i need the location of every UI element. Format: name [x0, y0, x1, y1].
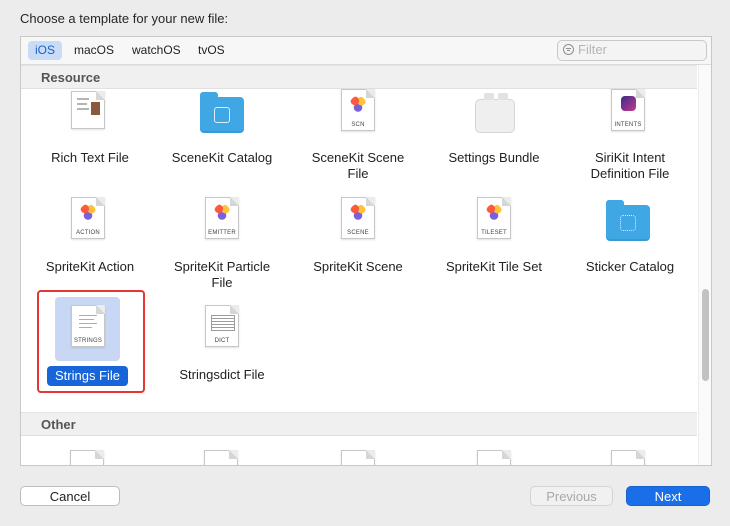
- platform-tab-bar: iOS macOS watchOS tvOS: [21, 37, 711, 65]
- template-label-line2: File: [211, 275, 233, 290]
- rich-text-file-icon: [71, 91, 105, 129]
- template-rich-text[interactable]: Rich Text File: [21, 89, 159, 181]
- template-label-line1: SceneKit Scene: [311, 150, 405, 165]
- section-header-other: Other: [21, 412, 697, 436]
- previous-button[interactable]: Previous: [530, 486, 613, 506]
- template-sirikit-intent[interactable]: INTENTS SiriKit Intent Definition File: [561, 89, 699, 181]
- vertical-scrollbar[interactable]: [698, 65, 711, 465]
- template-spritekit-particle[interactable]: EMITTER SpriteKit Particle File: [153, 197, 291, 290]
- settings-bundle-icon: [475, 93, 515, 133]
- section-header-resource: Resource: [21, 65, 697, 89]
- template-label-line1: SiriKit Intent: [594, 150, 666, 165]
- file-type-tag: DICT: [214, 338, 230, 344]
- template-label-line2: Definition File: [590, 166, 670, 181]
- dialog-prompt: Choose a template for your new file:: [20, 11, 229, 26]
- template-label: SpriteKit Action: [45, 259, 135, 274]
- spritekit-logo-icon: [80, 204, 96, 220]
- spritekit-scene-file-icon: SCENE: [341, 197, 375, 239]
- other-template-file-icon[interactable]: [70, 450, 104, 465]
- folder-icon: [606, 200, 650, 241]
- spritekit-logo-icon: [214, 204, 230, 220]
- cube-glyph-icon: [214, 107, 230, 123]
- section-title-other: Other: [41, 417, 76, 432]
- other-template-file-icon[interactable]: [204, 450, 238, 465]
- spritekit-tileset-file-icon: TILESET: [477, 197, 511, 239]
- tab-tvos[interactable]: tvOS: [191, 41, 232, 60]
- template-settings-bundle[interactable]: Settings Bundle: [425, 89, 563, 181]
- spritekit-action-file-icon: ACTION: [71, 197, 105, 239]
- section-title-resource: Resource: [41, 70, 101, 85]
- other-template-file-icon[interactable]: [477, 450, 511, 465]
- spritekit-particle-file-icon: EMITTER: [205, 197, 239, 239]
- template-label: Stringsdict File: [179, 367, 265, 382]
- template-label: Rich Text File: [51, 150, 129, 165]
- filter-icon: [563, 44, 574, 55]
- other-template-file-icon[interactable]: [611, 450, 645, 465]
- file-type-tag: INTENTS: [614, 122, 642, 128]
- template-spritekit-scene[interactable]: SCENE SpriteKit Scene: [289, 197, 427, 287]
- spritekit-logo-icon: [486, 204, 502, 220]
- file-type-tag: TILESET: [481, 230, 507, 236]
- template-label: SceneKit Catalog: [171, 150, 273, 165]
- template-label: SpriteKit Tile Set: [445, 259, 543, 274]
- tab-ios[interactable]: iOS: [28, 41, 63, 60]
- other-template-file-icon[interactable]: [341, 450, 375, 465]
- stringsdict-file-icon: DICT: [205, 305, 239, 347]
- scenekit-scene-file-icon: SCN: [341, 89, 375, 131]
- selection-highlight-box: [37, 290, 145, 393]
- scenekit-logo-icon: [350, 96, 366, 112]
- template-label: SpriteKit Scene: [313, 259, 403, 274]
- template-browser: iOS macOS watchOS tvOS Resource Rich Tex…: [20, 36, 712, 466]
- file-type-tag: EMITTER: [208, 230, 236, 236]
- template-scenekit-scene[interactable]: SCN SceneKit Scene File: [289, 89, 427, 181]
- template-stringsdict[interactable]: DICT Stringsdict File: [153, 301, 291, 391]
- template-label-line2: File: [347, 166, 369, 181]
- sirikit-intent-file-icon: INTENTS: [611, 89, 645, 131]
- file-type-tag: SCENE: [347, 230, 369, 236]
- file-type-tag: ACTION: [76, 230, 100, 236]
- next-button[interactable]: Next: [626, 486, 710, 506]
- template-spritekit-action[interactable]: ACTION SpriteKit Action: [21, 197, 159, 287]
- file-type-tag: SCN: [351, 122, 365, 128]
- grid-glyph-icon: [620, 215, 636, 231]
- filter-field[interactable]: [557, 40, 707, 61]
- template-label-line1: SpriteKit Particle: [173, 259, 271, 274]
- scrollbar-thumb[interactable]: [702, 289, 709, 381]
- template-sticker-catalog[interactable]: Sticker Catalog: [561, 197, 699, 287]
- filter-input[interactable]: [578, 42, 698, 57]
- folder-icon: [200, 92, 244, 133]
- intents-logo-icon: [621, 96, 636, 111]
- template-scenekit-catalog[interactable]: SceneKit Catalog: [153, 89, 291, 181]
- template-label: Sticker Catalog: [585, 259, 675, 274]
- template-label: Settings Bundle: [448, 150, 540, 165]
- template-spritekit-tileset[interactable]: TILESET SpriteKit Tile Set: [425, 197, 563, 287]
- cancel-button[interactable]: Cancel: [20, 486, 120, 506]
- spritekit-logo-icon: [350, 204, 366, 220]
- tab-macos[interactable]: macOS: [67, 41, 121, 60]
- tab-watchos[interactable]: watchOS: [125, 41, 188, 60]
